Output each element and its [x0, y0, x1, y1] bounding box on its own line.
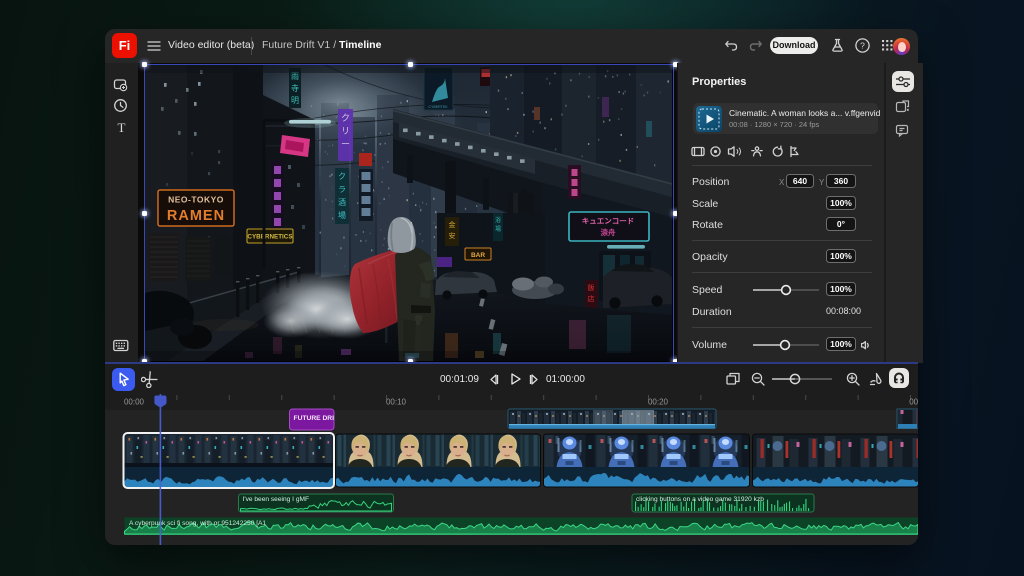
svg-text:00:3: 00:3 — [909, 398, 918, 407]
svg-text:clicking buttons on a video ga: clicking buttons on a video game 31920 k… — [636, 496, 764, 503]
svg-text:I've been seeing I gMF: I've been seeing I gMF — [243, 496, 310, 503]
svg-text:00:20: 00:20 — [648, 398, 669, 407]
svg-text:?: ? — [860, 41, 865, 51]
svg-text:FUTURE DRI: FUTURE DRI — [294, 415, 335, 422]
svg-text:00:00: 00:00 — [124, 398, 145, 407]
svg-text:00:10: 00:10 — [386, 398, 407, 407]
svg-text:A cyberpunk sci fi song, with: A cyberpunk sci fi song, with or 9512422… — [129, 520, 266, 527]
